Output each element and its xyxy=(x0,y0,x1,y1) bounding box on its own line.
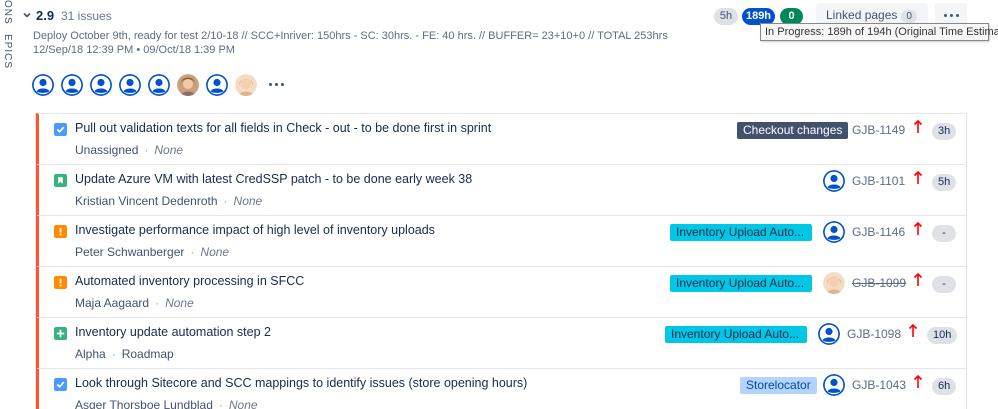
priority-high-icon xyxy=(913,222,923,235)
chevron-down-icon[interactable] xyxy=(21,9,33,21)
priority-high-icon xyxy=(913,120,923,133)
avatar xyxy=(823,170,845,192)
priority-high-icon xyxy=(913,273,923,286)
issue-meta: Peter Schwanberger · None xyxy=(75,245,230,259)
estimate-badge: 10h xyxy=(927,327,958,344)
estimate-badge: - xyxy=(932,225,956,242)
sprint-name[interactable]: 2.9 xyxy=(36,8,54,23)
issue-meta: Asger Thorsboe Lundblad · None xyxy=(75,398,258,409)
fix-version: Roadmap xyxy=(121,347,174,361)
assignee-name: Asger Thorsboe Lundblad xyxy=(75,398,213,409)
improvement-icon xyxy=(54,225,67,238)
avatar xyxy=(823,374,845,396)
list-item[interactable]: Look through Sitecore and SCC mappings t… xyxy=(36,368,966,409)
issue-summary[interactable]: Investigate performance impact of high l… xyxy=(75,223,435,237)
epic-label[interactable]: Inventory Upload Auto... xyxy=(665,326,807,343)
fix-version: None xyxy=(228,398,258,409)
fix-version: None xyxy=(154,143,184,157)
issue-key[interactable]: GJB-1101 xyxy=(852,174,905,188)
estimate-tooltip: In Progress: 189h of 194h (Original Time… xyxy=(760,23,998,41)
list-item[interactable]: Inventory update automation step 2 Alpha… xyxy=(36,317,966,368)
assignee-name: Peter Schwanberger xyxy=(75,245,185,259)
fix-version: None xyxy=(200,245,230,259)
sprint-dates: 12/Sep/18 12:39 PM • 09/Oct/18 1:39 PM xyxy=(33,44,235,56)
sprint-goal: Deploy October 9th, ready for test 2/10-… xyxy=(33,30,668,42)
assignee-name: Alpha xyxy=(75,347,106,361)
list-item[interactable]: Investigate performance impact of high l… xyxy=(36,215,966,266)
issue-summary[interactable]: Inventory update automation step 2 xyxy=(75,325,271,339)
list-item[interactable]: Update Azure VM with latest CredSSP patc… xyxy=(36,164,966,215)
more-avatars-button[interactable] xyxy=(269,83,289,87)
estimate-badge: - xyxy=(932,276,956,293)
task-icon xyxy=(54,123,67,136)
sprint-header: 2.9 31 issues Deploy October 9th, ready … xyxy=(16,0,998,110)
avatar xyxy=(818,323,840,345)
avatar[interactable] xyxy=(206,74,228,96)
task-icon xyxy=(54,378,67,391)
avatar[interactable] xyxy=(235,74,257,96)
assignee-name: Kristian Vincent Dedenroth xyxy=(75,194,218,208)
more-dot-icon xyxy=(950,14,953,17)
linked-pages-label: Linked pages xyxy=(826,8,898,22)
sprint-issue-count: 31 issues xyxy=(61,9,112,23)
priority-high-icon xyxy=(913,375,923,388)
issue-summary[interactable]: Update Azure VM with latest CredSSP patc… xyxy=(75,172,472,186)
issue-list: Pull out validation texts for all fields… xyxy=(35,113,967,409)
epic-label[interactable]: Inventory Upload Auto... xyxy=(670,224,812,241)
avatar xyxy=(823,272,845,294)
estimate-badge: 6h xyxy=(932,378,957,395)
list-item[interactable]: Pull out validation texts for all fields… xyxy=(36,113,966,164)
epic-label[interactable]: Inventory Upload Auto... xyxy=(670,275,812,292)
fix-version: None xyxy=(233,194,263,208)
estimate-badge: 3h xyxy=(932,123,957,140)
linked-pages-count: 0 xyxy=(901,10,917,23)
issue-summary[interactable]: Automated inventory processing in SFCC xyxy=(75,274,304,288)
issue-meta: Kristian Vincent Dedenroth · None xyxy=(75,194,263,208)
new-feature-icon xyxy=(54,327,67,340)
issue-meta: Maja Aagaard · None xyxy=(75,296,194,310)
avatar[interactable] xyxy=(177,74,199,96)
todo-estimate-badge: 5h xyxy=(714,8,738,25)
improvement-icon xyxy=(54,276,67,289)
issue-key[interactable]: GJB-1098 xyxy=(847,327,901,341)
issue-key[interactable]: GJB-1149 xyxy=(852,123,905,137)
issue-key[interactable]: GJB-1099 xyxy=(852,276,906,290)
issue-summary[interactable]: Look through Sitecore and SCC mappings t… xyxy=(75,376,527,390)
epic-label[interactable]: Storelocator xyxy=(740,377,817,394)
story-icon xyxy=(54,174,67,187)
avatar[interactable] xyxy=(119,74,141,96)
issue-key[interactable]: GJB-1146 xyxy=(852,225,905,239)
issue-summary[interactable]: Pull out validation texts for all fields… xyxy=(75,121,491,135)
fix-version: None xyxy=(165,296,194,310)
more-dot-icon xyxy=(944,14,947,17)
epic-label[interactable]: Checkout changes xyxy=(737,122,849,139)
left-rail: ONS EPICS xyxy=(0,0,16,409)
issue-key[interactable]: GJB-1043 xyxy=(852,378,906,392)
assignee-name: Maja Aagaard xyxy=(75,296,150,310)
avatar[interactable] xyxy=(148,74,170,96)
avatar[interactable] xyxy=(32,74,54,96)
assignee-name: Unassigned xyxy=(75,143,139,157)
issue-meta: Alpha · Roadmap xyxy=(75,347,174,361)
priority-high-icon xyxy=(908,324,918,337)
issue-meta: Unassigned · None xyxy=(75,143,184,157)
avatar[interactable] xyxy=(90,74,112,96)
priority-high-icon xyxy=(913,171,923,184)
estimate-badge: 5h xyxy=(932,174,957,191)
avatar xyxy=(823,221,845,243)
epics-panel-toggle[interactable]: EPICS xyxy=(2,34,13,69)
rail-label-top: ONS xyxy=(2,0,13,25)
avatar[interactable] xyxy=(61,74,83,96)
more-dot-icon xyxy=(956,14,959,17)
list-item[interactable]: Automated inventory processing in SFCC M… xyxy=(36,266,966,317)
